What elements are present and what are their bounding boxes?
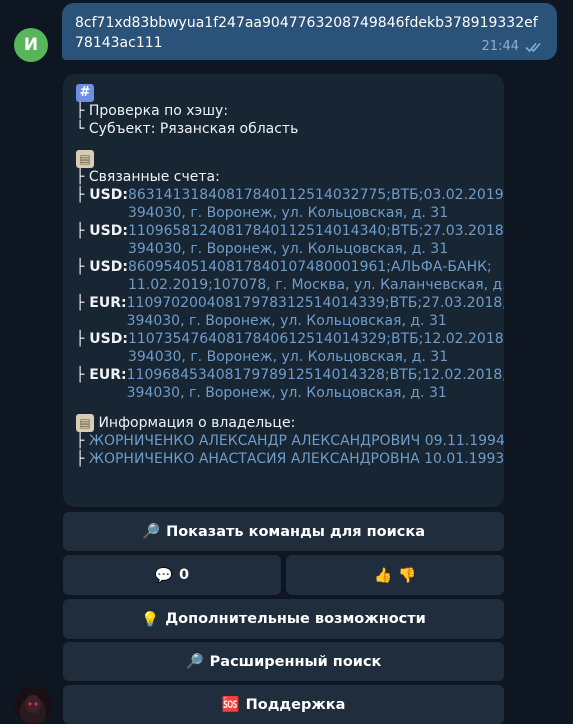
speech-bubble-icon: 💬 [154,567,173,584]
clipboard-icon: ▤ [76,414,94,432]
magnifier-icon: 🔎 [185,654,204,670]
account-details[interactable]: 11073547640817840612514014329;ВТБ;12.02.… [128,330,504,366]
account-currency: ├ USD: [76,259,128,275]
magnifier-icon: 🔎 [142,524,161,540]
hash-check-line: ├ Проверка по хэшу: [76,103,229,119]
account-details[interactable]: 86095405140817840107480001961;АЛЬФА-БАНК… [128,258,504,294]
account-currency: ├ EUR: [76,295,127,311]
message-text: 8cf71xd83bbwyua1f247aa9047763208749846fd… [75,15,538,51]
user-avatar[interactable]: И [14,28,48,62]
message-time: 21:44 [481,39,519,54]
message-meta: 21:44 [482,39,545,54]
subject-line: └ Субъект: Рязанская область [76,121,299,137]
owner-header: ▤ Информация о владельце: [76,414,504,432]
outgoing-message[interactable]: 8cf71xd83bbwyua1f247aa9047763208749846fd… [62,3,557,60]
account-row: ├ EUR: 11097020040817978312514014339;ВТБ… [76,294,504,330]
masked-figure-icon [14,686,52,724]
sos-icon: 🆘 [221,697,240,713]
lightbulb-icon: 💡 [141,611,160,628]
account-currency: ├ EUR: [76,367,127,383]
bot-result-message[interactable]: # ├ Проверка по хэшу: └ Субъект: Рязанск… [63,74,504,507]
account-currency: ├ USD: [76,187,128,203]
comments-button[interactable]: 💬 0 [63,555,281,595]
account-row: ├ EUR: 11096845340817978912514014328;ВТБ… [76,366,504,402]
bot-avatar[interactable] [14,686,52,724]
extra-features-button[interactable]: 💡 Дополнительные возможности [63,599,504,639]
double-check-icon [525,42,541,52]
account-currency: ├ USD: [76,331,128,347]
thumbs-down-icon: 👎 [398,567,417,584]
clipboard-icon: ▤ [76,150,94,168]
rate-button[interactable]: 👍 👎 [286,555,504,595]
owner-row: ├ ЖОРНИЧЕНКО АНАСТАСИЯ АЛЕКСАНДРОВНА 10.… [76,451,504,467]
account-currency: ├ USD: [76,223,128,239]
show-commands-button[interactable]: 🔎 Показать команды для поиска [63,512,504,551]
owner-link[interactable]: ЖОРНИЧЕНКО АНАСТАСИЯ АЛЕКСАНДРОВНА 10.01… [89,451,504,467]
owner-row: ├ ЖОРНИЧЕНКО АЛЕКСАНДР АЛЕКСАНДРОВИЧ 09.… [76,433,504,449]
owner-link[interactable]: ЖОРНИЧЕНКО АЛЕКСАНДР АЛЕКСАНДРОВИЧ 09.11… [89,433,504,449]
advanced-search-button[interactable]: 🔎 Расширенный поиск [63,642,504,681]
account-details[interactable]: 86314131840817840112514032775;ВТБ;03.02.… [128,186,504,222]
account-row: ├ USD: 86095405140817840107480001961;АЛЬ… [76,258,504,294]
account-details[interactable]: 11096845340817978912514014328;ВТБ;12.02.… [127,366,504,402]
account-details[interactable]: 11097020040817978312514014339;ВТБ;27.03.… [127,294,504,330]
account-row: ├ USD: 11073547640817840612514014329;ВТБ… [76,330,504,366]
thumbs-up-icon: 👍 [373,567,392,584]
hash-icon: # [76,84,94,102]
account-details[interactable]: 11096581240817840112514014340;ВТБ;27.03.… [128,222,504,258]
account-row: ├ USD: 11096581240817840112514014340;ВТБ… [76,222,504,258]
support-button[interactable]: 🆘 Поддержка [63,685,504,724]
account-row: ├ USD: 86314131840817840112514032775;ВТБ… [76,186,504,222]
accounts-header: ├ Связанные счета: [76,169,220,185]
